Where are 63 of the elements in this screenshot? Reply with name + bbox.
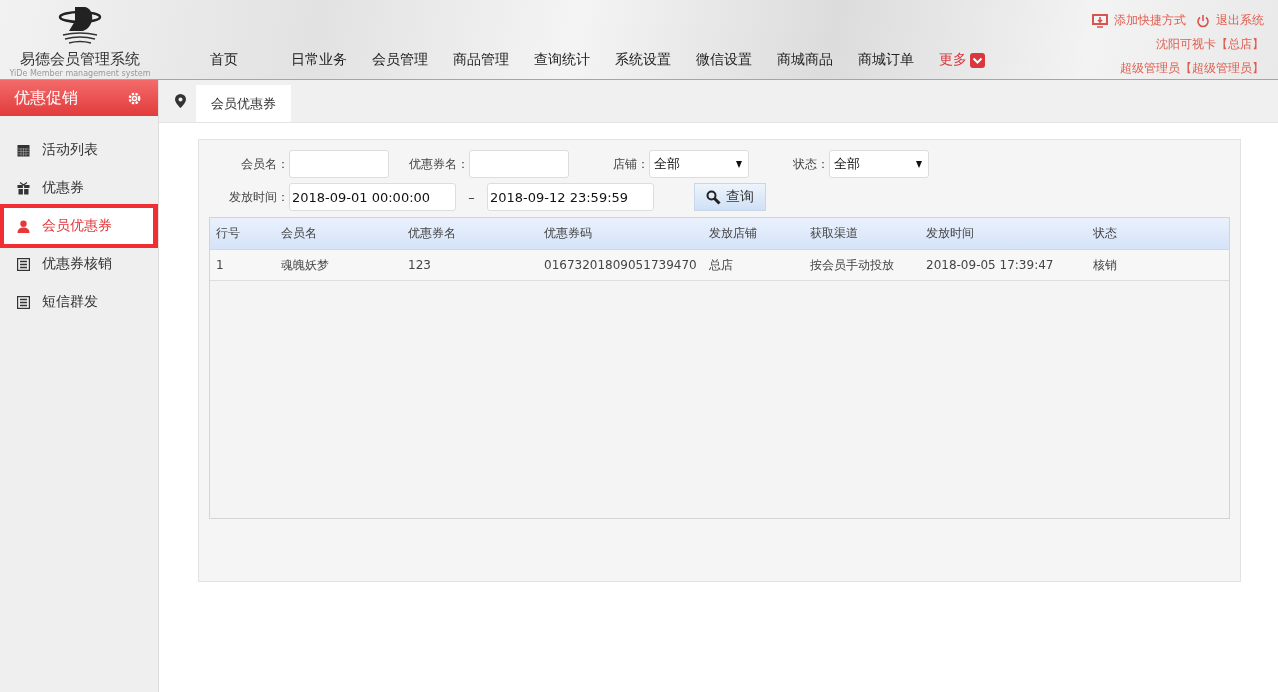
column-header: 优惠券名 <box>407 225 457 242</box>
range-separator: – <box>467 189 476 205</box>
end-time-field[interactable]: 2018-09-12 23:59:59 <box>487 183 654 211</box>
user-name: 超级管理员【超级管理员】 <box>1120 60 1264 77</box>
table-cell-text: 123 <box>407 258 432 272</box>
store-dropdown[interactable]: 全部 <box>649 150 749 178</box>
logo-title: 易德会员管理系统 <box>20 50 140 69</box>
nav-link[interactable]: 商城商品 <box>777 51 858 69</box>
column-header: 发放时间 <box>925 225 975 242</box>
coupon-name-field[interactable] <box>469 150 569 178</box>
nav-link[interactable]: 微信设置 <box>696 51 777 69</box>
sidebar-item[interactable]: 活动列表 <box>0 131 158 169</box>
nav-link[interactable]: 商品管理 <box>453 51 534 69</box>
sidebar-title: 优惠促销 <box>14 87 78 109</box>
sidebar-item[interactable]: 短信群发 <box>0 283 158 321</box>
start-time-field[interactable]: 2018-09-01 00:00:00 <box>289 183 456 211</box>
dropdown-arrow-icon <box>736 160 742 168</box>
column-header: 发放店铺 <box>708 225 758 242</box>
table-cell-text: 总店 <box>708 256 734 274</box>
member-name-label: 会员名： <box>240 155 289 173</box>
sidebar-item[interactable]: 优惠券 <box>0 169 158 207</box>
member-name-field[interactable] <box>289 150 389 178</box>
status-label: 状态： <box>792 155 829 173</box>
column-header: 优惠券码 <box>543 225 593 242</box>
monitor-icon <box>1092 13 1108 28</box>
status-dropdown[interactable]: 全部 <box>829 150 929 178</box>
table-cell-text: 01673201809051739470 <box>543 258 698 272</box>
logo-subtitle: YiDe Member management system <box>9 69 151 78</box>
issue-time-label: 发放时间： <box>228 188 289 206</box>
table-cell-text: 2018-09-05 17:39:47 <box>925 258 1055 272</box>
power-icon <box>1196 13 1210 28</box>
nav-link[interactable]: 日常业务 <box>291 51 372 69</box>
column-header: 状态 <box>1092 225 1118 242</box>
column-header: 会员名 <box>280 225 318 242</box>
nav-link[interactable]: 查询统计 <box>534 51 615 69</box>
nav-link[interactable]: 会员管理 <box>372 51 453 69</box>
column-header: 行号 <box>215 225 241 242</box>
tab[interactable]: 会员优惠券 <box>196 85 291 122</box>
list-icon <box>17 257 30 271</box>
list-icon <box>17 295 30 309</box>
dropdown-arrow-icon <box>916 160 922 168</box>
coupon-name-label: 优惠券名： <box>408 155 469 173</box>
gift-icon <box>17 181 30 195</box>
chevron-down-icon <box>970 52 985 68</box>
table-cell-text: 按会员手动投放 <box>809 256 895 274</box>
nav-link[interactable]: 系统设置 <box>615 51 696 69</box>
nav-link[interactable]: 更多 <box>939 51 1020 69</box>
location-pin-icon <box>175 94 186 108</box>
nav-link[interactable]: 首页 <box>210 51 291 69</box>
store-name: 沈阳可视卡【总店】 <box>1156 36 1264 53</box>
user-icon <box>17 219 30 233</box>
nav-link[interactable]: 商城订单 <box>858 51 939 69</box>
table-cell-text: 魂魄妖梦 <box>280 256 330 274</box>
settings-icon[interactable] <box>127 90 142 106</box>
sidebar-item[interactable]: 会员优惠券 <box>0 204 158 248</box>
table-cell-text: 核销 <box>1092 256 1118 274</box>
search-button[interactable]: 查询 <box>694 183 766 211</box>
calendar-icon <box>17 143 30 157</box>
table-cell-text: 1 <box>215 258 225 272</box>
sidebar-item[interactable]: 优惠券核销 <box>0 245 158 283</box>
store-label: 店铺： <box>612 155 649 173</box>
search-icon <box>706 189 721 205</box>
column-header: 获取渠道 <box>809 225 859 242</box>
